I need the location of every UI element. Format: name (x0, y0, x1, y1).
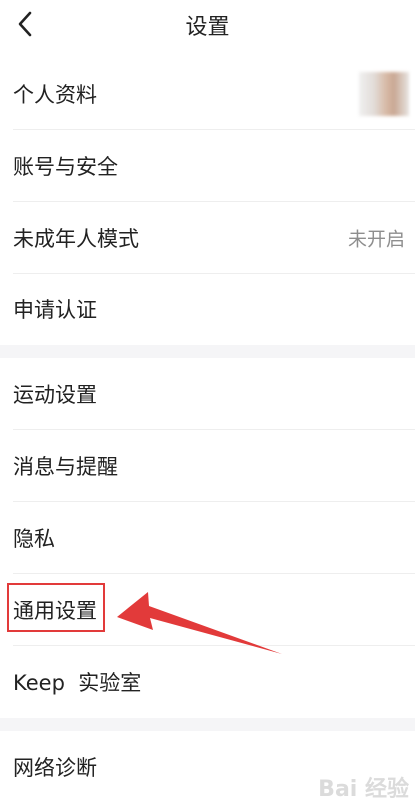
section-gap (0, 345, 415, 358)
watermark: Bai 经验 (318, 777, 409, 802)
row-label: 账号与安全 (13, 155, 118, 179)
section-gap (0, 718, 415, 731)
settings-row-minor-mode[interactable]: 未成年人模式 未开启 (0, 202, 415, 274)
nav-bar: 设置 (0, 0, 415, 50)
row-label: 运动设置 (13, 383, 97, 407)
settings-row-privacy[interactable]: 隐私 (0, 502, 415, 574)
row-label: 个人资料 (13, 83, 97, 107)
row-label: Keep 实验室 (13, 671, 142, 695)
settings-row-profile[interactable]: 个人资料 (0, 58, 415, 130)
row-label: 申请认证 (13, 298, 97, 322)
minor-mode-status: 未开启 (347, 228, 405, 251)
settings-screen: 设置 个人资料 账号与安全 未成年人模式 未开启 申请认证 运动设置 消息与提醒… (0, 0, 415, 807)
highlight-box (7, 583, 105, 632)
row-label: 网络诊断 (13, 756, 97, 780)
row-label: 未成年人模式 (13, 227, 139, 251)
settings-row-sport[interactable]: 运动设置 (0, 358, 415, 430)
page-title: 设置 (185, 15, 230, 40)
settings-row-verification[interactable]: 申请认证 (0, 273, 415, 345)
settings-row-account-security[interactable]: 账号与安全 (0, 130, 415, 202)
avatar (359, 72, 409, 116)
settings-row-keep-lab[interactable]: Keep 实验室 (0, 646, 415, 718)
settings-row-messages[interactable]: 消息与提醒 (0, 430, 415, 502)
row-label: 消息与提醒 (13, 455, 118, 479)
row-label: 隐私 (13, 527, 55, 551)
